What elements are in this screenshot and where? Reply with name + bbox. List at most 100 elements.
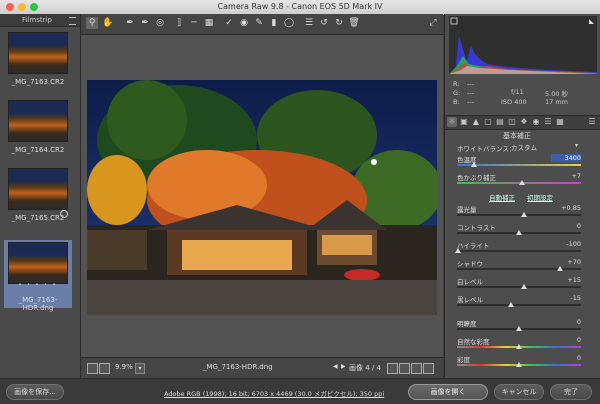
- crop-icon[interactable]: ⟧: [173, 17, 185, 29]
- spot-removal-icon[interactable]: ✓: [223, 17, 235, 29]
- preview-preferences-icon[interactable]: [423, 363, 434, 374]
- straighten-icon[interactable]: ─: [188, 17, 200, 29]
- g-label: G:: [453, 89, 461, 97]
- slider-thumb[interactable]: [521, 212, 527, 217]
- zoom-level[interactable]: 9.9%: [115, 363, 133, 371]
- slider-contrast[interactable]: コントラスト 0: [445, 222, 600, 240]
- open-image-button[interactable]: 画像を開く: [408, 384, 488, 400]
- slider-thumb[interactable]: [519, 180, 525, 185]
- slider-value[interactable]: +0.85: [551, 204, 581, 212]
- slider-label: 露光量: [457, 206, 477, 214]
- slider-blacks[interactable]: 黒レベル -15: [445, 294, 600, 312]
- prev-image-icon[interactable]: ◀: [333, 363, 338, 370]
- trash-icon[interactable]: 🗑: [348, 17, 360, 29]
- slider-thumb[interactable]: [516, 230, 522, 235]
- filmstrip-item[interactable]: _MG_7165.CR2: [4, 166, 72, 234]
- thumbnail: [8, 32, 68, 74]
- window-title: Camera Raw 9.8 - Canon EOS 5D Mark IV: [217, 2, 383, 11]
- zoom-out-icon[interactable]: [87, 363, 98, 374]
- slider-value[interactable]: 0: [551, 318, 581, 326]
- slider-value[interactable]: +7: [551, 172, 581, 180]
- tab-split-toning-icon[interactable]: ▤: [495, 117, 505, 127]
- slider-thumb[interactable]: [521, 284, 527, 289]
- preferences-icon[interactable]: ☰: [303, 17, 315, 29]
- slider-temperature[interactable]: 色温度 3400: [445, 154, 600, 172]
- tab-detail-icon[interactable]: ▲: [471, 117, 481, 127]
- fullscreen-icon[interactable]: ⤢: [427, 17, 439, 29]
- auto-button[interactable]: 自動補正: [489, 192, 515, 202]
- filmstrip-menu-icon[interactable]: [69, 17, 76, 25]
- slider-clarity[interactable]: 明瞭度 0: [445, 318, 600, 336]
- panel-menu-icon[interactable]: ☰: [587, 117, 597, 127]
- tab-tone-curve-icon[interactable]: ▣: [459, 117, 469, 127]
- red-eye-icon[interactable]: ◉: [238, 17, 250, 29]
- slider-value[interactable]: 0: [551, 354, 581, 362]
- slider-thumb[interactable]: [516, 326, 522, 331]
- slider-track: [457, 304, 581, 306]
- tab-presets-icon[interactable]: ☰: [543, 117, 553, 127]
- next-image-icon[interactable]: ▶: [341, 363, 346, 370]
- slider-thumb[interactable]: [471, 162, 477, 167]
- transform-icon[interactable]: ▦: [203, 17, 215, 29]
- slider-value[interactable]: 3400: [551, 154, 581, 162]
- white-balance-select[interactable]: カスタム: [509, 142, 585, 152]
- zoom-in-icon[interactable]: [99, 363, 110, 374]
- slider-saturation[interactable]: 彩度 0: [445, 354, 600, 372]
- tab-snapshots-icon[interactable]: ▦: [555, 117, 565, 127]
- tab-camera-calibration-icon[interactable]: ◉: [531, 117, 541, 127]
- save-image-button[interactable]: 画像を保存...: [6, 384, 64, 400]
- hand-icon[interactable]: ✋: [102, 17, 114, 29]
- iso-value: ISO 400: [501, 98, 527, 106]
- done-button[interactable]: 完了: [550, 384, 592, 400]
- rating-stars[interactable]: • • • • •: [4, 282, 72, 288]
- filmstrip-item[interactable]: _MG_7163.CR2: [4, 30, 72, 98]
- slider-shadows[interactable]: シャドウ +70: [445, 258, 600, 276]
- slider-thumb[interactable]: [455, 248, 461, 253]
- zoom-dropdown-icon[interactable]: ▾: [135, 363, 145, 374]
- slider-thumb[interactable]: [508, 302, 514, 307]
- zoom-icon[interactable]: ⚲: [86, 17, 98, 29]
- tab-hsl-icon[interactable]: ▢: [483, 117, 493, 127]
- image-canvas[interactable]: [81, 35, 443, 357]
- slider-value[interactable]: +15: [551, 276, 581, 284]
- exif-readout: R: --- G: --- B: --- f/11 5.00 秒 ISO 400…: [449, 78, 597, 112]
- histogram: [449, 16, 597, 74]
- slider-value[interactable]: 0: [551, 336, 581, 344]
- white-balance-icon[interactable]: ✒: [124, 17, 136, 29]
- tab-effects-icon[interactable]: ❖: [519, 117, 529, 127]
- targeted-adjust-icon[interactable]: ◎: [154, 17, 166, 29]
- slider-value[interactable]: -100: [551, 240, 581, 248]
- filmstrip-item[interactable]: _MG_7164.CR2: [4, 98, 72, 166]
- slider-thumb[interactable]: [557, 266, 563, 271]
- slider-thumb[interactable]: [516, 344, 522, 349]
- cancel-button[interactable]: キャンセル: [494, 384, 544, 400]
- slider-label: コントラスト: [457, 224, 496, 232]
- r-value: ---: [467, 80, 475, 88]
- white-balance-row: ホワイトバランス： カスタム ▾: [445, 141, 600, 153]
- graduated-filter-icon[interactable]: ▮: [268, 17, 280, 29]
- radial-filter-icon[interactable]: ◯: [283, 17, 295, 29]
- filmstrip-item-selected[interactable]: • • • • • _MG_7163-HDR.dng: [4, 240, 72, 312]
- slider-whites[interactable]: 白レベル +15: [445, 276, 600, 294]
- slider-value[interactable]: -15: [551, 294, 581, 302]
- color-sampler-icon[interactable]: ✒: [139, 17, 151, 29]
- rotate-cw-icon[interactable]: ↻: [333, 17, 345, 29]
- before-after-toggle-icon[interactable]: [387, 363, 398, 374]
- before-after-split-icon[interactable]: [399, 363, 410, 374]
- swap-settings-icon[interactable]: [411, 363, 422, 374]
- tab-lens-icon[interactable]: ◫: [507, 117, 517, 127]
- slider-thumb[interactable]: [516, 362, 522, 367]
- slider-vibrance[interactable]: 自然な彩度 0: [445, 336, 600, 354]
- r-label: R:: [453, 80, 460, 88]
- slider-highlights[interactable]: ハイライト -100: [445, 240, 600, 258]
- slider-value[interactable]: +70: [551, 258, 581, 266]
- adjusted-badge-icon: [60, 210, 68, 218]
- slider-tint[interactable]: 色かぶり補正 +7: [445, 172, 600, 190]
- slider-value[interactable]: 0: [551, 222, 581, 230]
- slider-exposure[interactable]: 露光量 +0.85: [445, 204, 600, 222]
- workflow-options-link[interactable]: Adobe RGB (1998); 16 bit; 6703 x 4469 (3…: [164, 388, 384, 398]
- default-button[interactable]: 初期設定: [527, 192, 553, 202]
- rotate-ccw-icon[interactable]: ↺: [318, 17, 330, 29]
- adjustment-brush-icon[interactable]: ✎: [253, 17, 265, 29]
- tab-basic-icon[interactable]: ☼: [447, 117, 457, 127]
